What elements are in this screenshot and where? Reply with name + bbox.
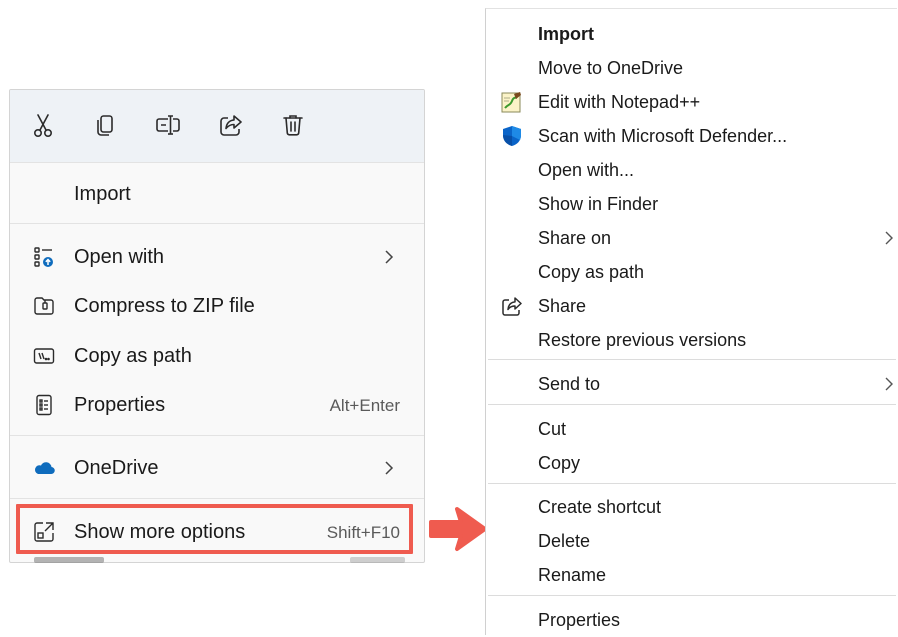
menu-item-edit-with-notepadpp[interactable]: Edit with Notepad++ — [486, 85, 897, 119]
chevron-right-icon — [382, 456, 396, 480]
divider — [488, 483, 896, 484]
chevron-right-icon — [382, 245, 396, 269]
share-icon[interactable] — [216, 110, 246, 140]
chevron-right-icon — [883, 227, 895, 249]
open-with-icon — [32, 245, 56, 269]
menu-item-onedrive[interactable]: OneDrive — [10, 444, 424, 492]
menu-item-delete[interactable]: Delete — [486, 524, 897, 558]
menu-item-share-on[interactable]: Share on — [486, 221, 897, 255]
highlight-box — [16, 504, 413, 554]
menu-item-label: Share on — [538, 228, 612, 248]
cropped-background-text — [10, 557, 420, 565]
menu-item-create-shortcut[interactable]: Create shortcut — [486, 490, 897, 524]
notepadpp-icon — [500, 90, 524, 114]
menu-item-cut[interactable]: Cut — [486, 412, 897, 446]
menu-item-show-in-finder[interactable]: Show in Finder — [486, 187, 897, 221]
menu-item-label: Move to OneDrive — [538, 58, 684, 78]
divider — [488, 404, 896, 405]
menu-item-rename[interactable]: Rename — [486, 558, 897, 592]
menu-item-label: Open with — [74, 246, 165, 268]
menu-item-copy-as-path[interactable]: Copy as path — [486, 255, 897, 289]
menu-item-open-with[interactable]: Open with... — [486, 153, 897, 187]
menu-item-compress-zip[interactable]: Compress to ZIP file — [10, 282, 424, 330]
quick-actions-toolbar — [10, 90, 424, 162]
menu-item-scan-with-defender[interactable]: Scan with Microsoft Defender... — [486, 119, 897, 153]
divider — [10, 223, 424, 224]
menu-item-label: Scan with Microsoft Defender... — [538, 126, 788, 146]
menu-item-label: Delete — [538, 531, 591, 551]
menu-item-label: Edit with Notepad++ — [538, 92, 701, 112]
divider — [488, 359, 896, 360]
divider — [10, 498, 424, 499]
arrow-right-icon — [428, 503, 488, 555]
menu-item-label: OneDrive — [74, 457, 159, 479]
menu-item-copy[interactable]: Copy — [486, 446, 897, 480]
menu-item-label: Rename — [538, 565, 607, 585]
delete-icon[interactable] — [278, 110, 308, 140]
zip-icon — [32, 294, 56, 318]
menu-item-label: Create shortcut — [538, 497, 662, 517]
menu-item-label: Send to — [538, 374, 601, 394]
defender-shield-icon — [500, 124, 524, 148]
menu-item-properties[interactable]: Properties — [486, 603, 897, 637]
menu-item-import[interactable]: Import — [486, 17, 897, 51]
properties-icon — [32, 393, 56, 417]
menu-item-copy-as-path[interactable]: Copy as path — [10, 332, 424, 380]
menu-item-label: Copy as path — [538, 262, 645, 282]
menu-item-label: Show in Finder — [538, 194, 659, 214]
menu-item-properties[interactable]: Properties Alt+Enter — [10, 381, 424, 429]
cut-icon[interactable] — [28, 110, 58, 140]
menu-item-label: Copy as path — [74, 345, 192, 367]
divider — [10, 435, 424, 436]
divider — [10, 162, 424, 163]
chevron-right-icon — [883, 373, 895, 395]
menu-item-label: Share — [538, 296, 587, 316]
menu-item-label: Properties — [538, 610, 621, 630]
menu-item-label: Compress to ZIP file — [74, 295, 255, 317]
shortcut-text: Alt+Enter — [329, 396, 400, 415]
menu-item-label: Copy — [538, 453, 581, 473]
menu-item-label: Properties — [74, 394, 166, 416]
copy-icon[interactable] — [91, 110, 121, 140]
rename-icon[interactable] — [153, 110, 183, 140]
classic-context-menu: Import Move to OneDrive Edit with Notepa… — [485, 8, 897, 635]
menu-item-open-with[interactable]: Open with — [10, 233, 424, 281]
onedrive-cloud-icon — [32, 456, 56, 480]
menu-item-move-to-onedrive[interactable]: Move to OneDrive — [486, 51, 897, 85]
copy-path-icon — [32, 344, 56, 368]
menu-item-send-to[interactable]: Send to — [486, 367, 897, 401]
modern-context-menu: Import Open with Compress to ZIP file Co… — [9, 89, 425, 563]
menu-item-label: Import — [538, 24, 594, 44]
divider — [488, 595, 896, 596]
menu-item-restore-previous-versions[interactable]: Restore previous versions — [486, 323, 897, 357]
menu-item-import[interactable]: Import — [10, 170, 424, 218]
menu-item-share[interactable]: Share — [486, 289, 897, 323]
menu-item-label: Restore previous versions — [538, 330, 747, 350]
share-icon — [500, 294, 524, 318]
menu-item-label: Import — [74, 183, 131, 205]
menu-item-label: Cut — [538, 419, 567, 439]
menu-item-label: Open with... — [538, 160, 635, 180]
